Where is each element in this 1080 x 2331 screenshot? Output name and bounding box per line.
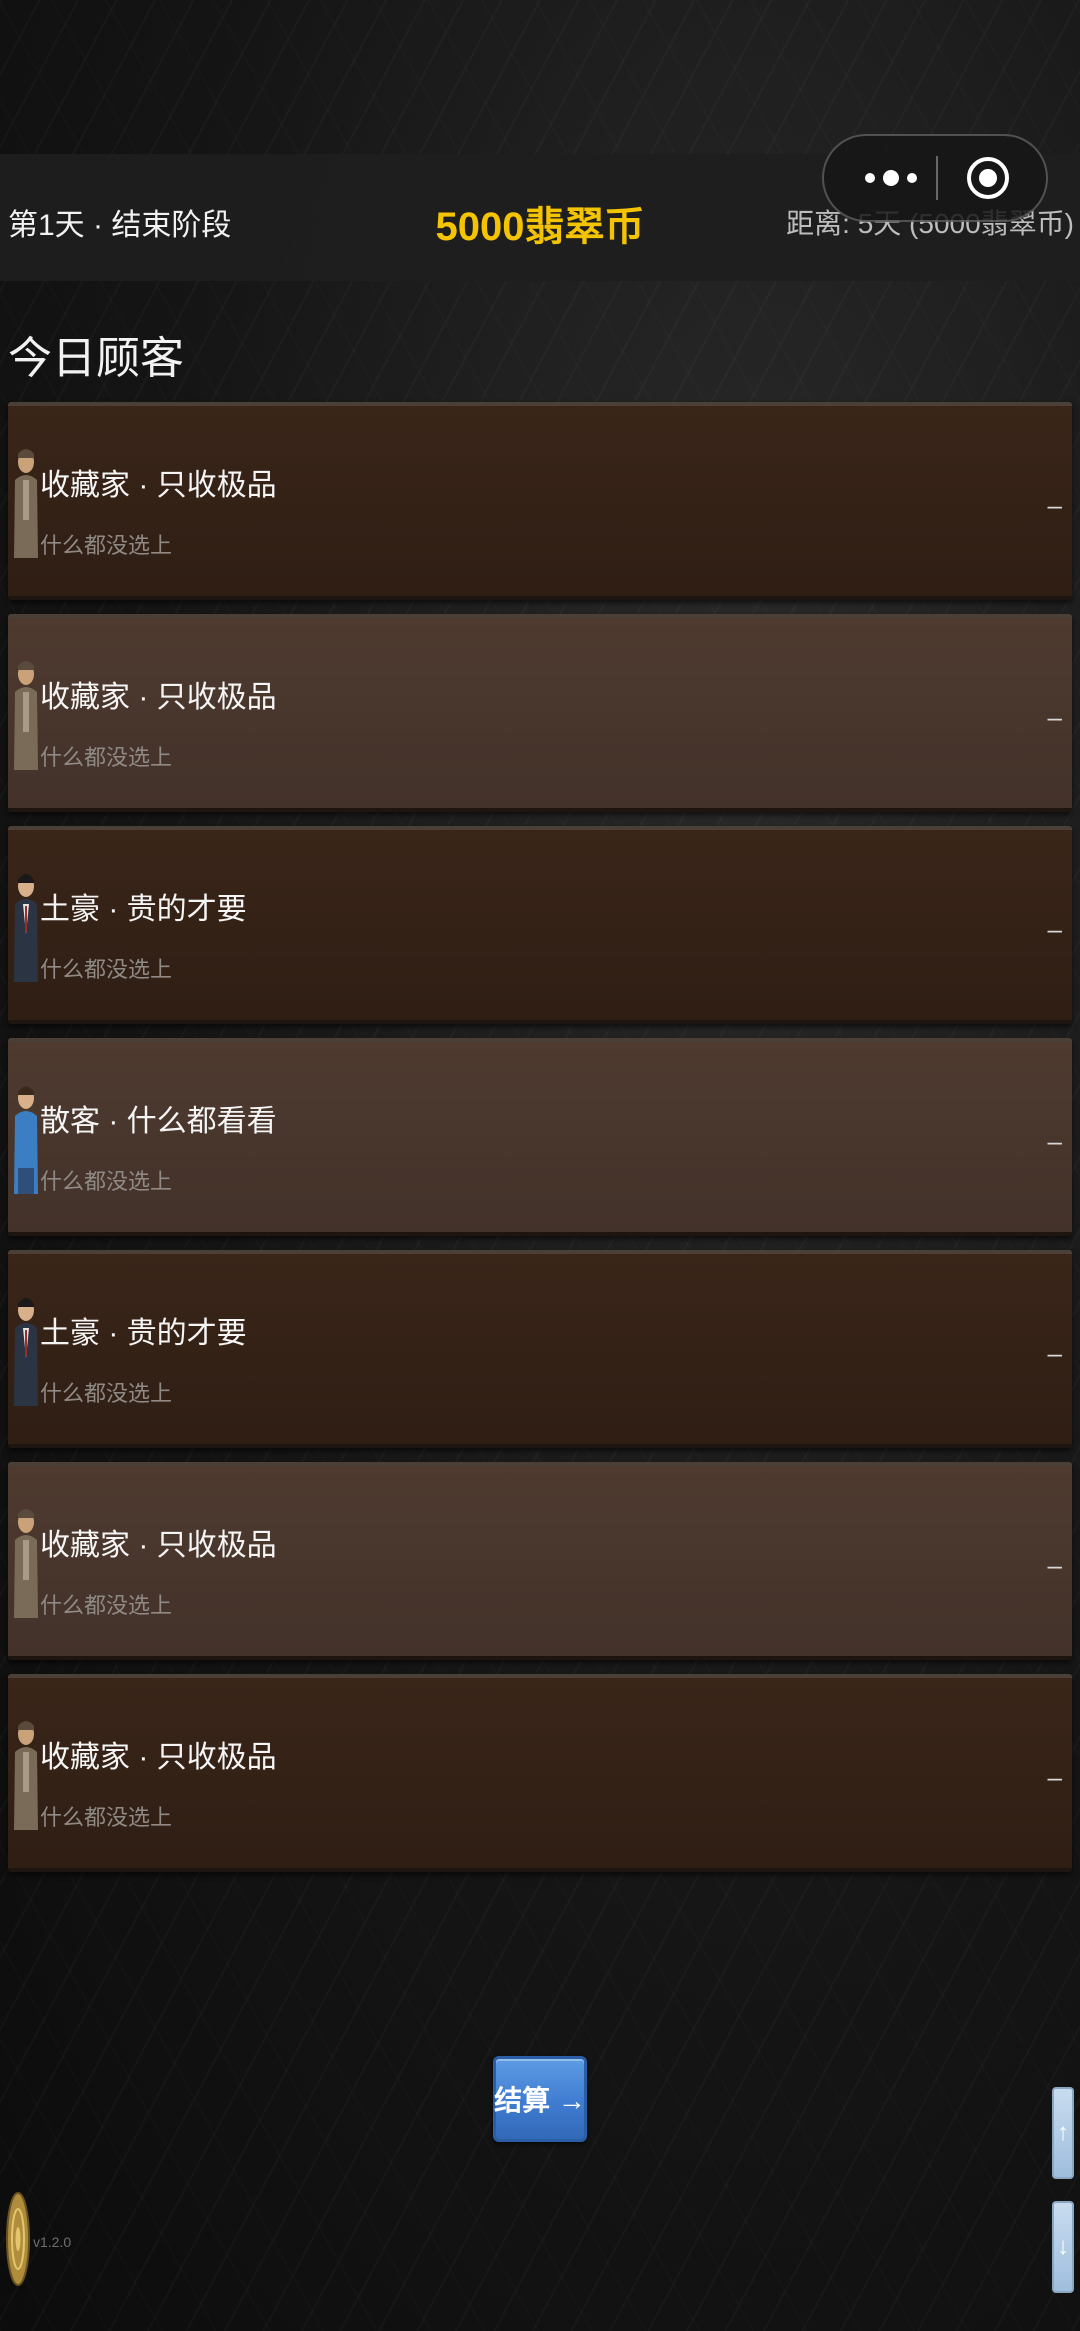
- customer-status: 什么都没选上: [40, 1381, 173, 1406]
- customer-row[interactable]: 土豪 · 贵的才要 什么都没选上 –: [8, 1250, 1072, 1448]
- scroll-down-button[interactable]: ↓: [1052, 2201, 1074, 2293]
- customer-status: 什么都没选上: [40, 1593, 173, 1618]
- customer-name: 土豪 · 贵的才要: [40, 893, 247, 926]
- customer-name: 土豪 · 贵的才要: [40, 1317, 247, 1350]
- customer-row[interactable]: 收藏家 · 只收极品 什么都没选上 –: [8, 1674, 1072, 1872]
- mini-program-capsule: [822, 134, 1048, 222]
- collector-portrait-icon: [14, 449, 38, 558]
- collector-portrait-icon: [14, 1721, 38, 1830]
- settle-button[interactable]: 结算 →: [493, 2056, 587, 2142]
- row-action-dash[interactable]: –: [1048, 1550, 1062, 1581]
- row-action-dash[interactable]: –: [1048, 490, 1062, 521]
- target-circle-icon[interactable]: [966, 156, 1010, 200]
- customer-row[interactable]: 收藏家 · 只收极品 什么都没选上 –: [8, 402, 1072, 600]
- section-title: 今日顾客: [8, 334, 184, 383]
- customer-status: 什么都没选上: [40, 957, 173, 982]
- casual-customer-portrait-icon: [14, 1086, 38, 1194]
- customer-status: 什么都没选上: [40, 533, 173, 558]
- customer-list: 收藏家 · 只收极品 什么都没选上 – 收藏家 · 只收极品 什么都没选上 – …: [8, 402, 1072, 1886]
- rich-man-portrait-icon: [14, 874, 38, 982]
- collector-portrait-icon: [14, 661, 38, 770]
- customer-row[interactable]: 散客 · 什么都看看 什么都没选上 –: [8, 1038, 1072, 1236]
- customer-name: 收藏家 · 只收极品: [40, 469, 277, 502]
- row-action-dash[interactable]: –: [1048, 1762, 1062, 1793]
- customer-row[interactable]: 收藏家 · 只收极品 什么都没选上 –: [8, 614, 1072, 812]
- row-action-dash[interactable]: –: [1048, 914, 1062, 945]
- customer-name: 收藏家 · 只收极品: [40, 1529, 277, 1562]
- row-action-dash[interactable]: –: [1048, 1338, 1062, 1369]
- version-label: v1.2.0: [33, 2234, 72, 2250]
- capsule-divider: [936, 156, 938, 200]
- row-action-dash[interactable]: –: [1048, 1126, 1062, 1157]
- collector-portrait-icon: [14, 1509, 38, 1618]
- scroll-up-button[interactable]: ↑: [1052, 2087, 1074, 2179]
- customer-name: 散客 · 什么都看看: [40, 1105, 277, 1138]
- customer-status: 什么都没选上: [40, 745, 173, 770]
- customer-status: 什么都没选上: [40, 1169, 173, 1194]
- gold-coin-icon[interactable]: [6, 2190, 30, 2288]
- customer-row[interactable]: 收藏家 · 只收极品 什么都没选上 –: [8, 1462, 1072, 1660]
- customer-name: 收藏家 · 只收极品: [40, 1741, 277, 1774]
- customer-status: 什么都没选上: [40, 1805, 173, 1830]
- customer-row[interactable]: 土豪 · 贵的才要 什么都没选上 –: [8, 826, 1072, 1024]
- more-dots-icon[interactable]: [852, 136, 930, 220]
- customer-name: 收藏家 · 只收极品: [40, 681, 277, 714]
- rich-man-portrait-icon: [14, 1298, 38, 1406]
- row-action-dash[interactable]: –: [1048, 702, 1062, 733]
